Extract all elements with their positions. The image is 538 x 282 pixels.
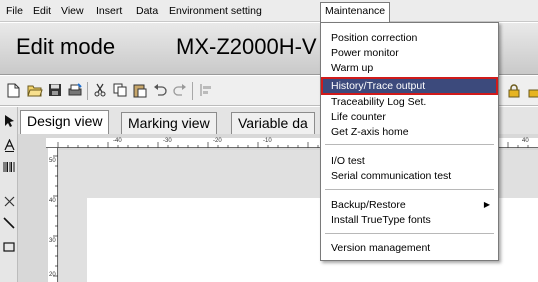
menu-item-position-correction[interactable]: Position correction xyxy=(323,31,496,45)
menu-item-warm-up[interactable]: Warm up xyxy=(323,61,496,75)
menu-environment-setting[interactable]: Environment setting xyxy=(166,3,265,19)
rectangle-icon[interactable] xyxy=(2,239,16,255)
ruler-label: 50 xyxy=(49,158,56,164)
menu-bar: File Edit View Insert Data Environment s… xyxy=(0,0,538,22)
menu-item-history-trace-output[interactable]: History/Trace output xyxy=(321,77,498,95)
align-icon[interactable] xyxy=(197,81,215,99)
menu-edit[interactable]: Edit xyxy=(30,3,54,19)
menu-view[interactable]: View xyxy=(58,3,87,19)
tab-marking-view[interactable]: Marking view xyxy=(121,112,217,134)
save-icon[interactable] xyxy=(46,81,64,99)
open-folder-icon[interactable] xyxy=(26,81,44,99)
vertical-ruler: 50 40 30 20 xyxy=(48,148,58,282)
ruler-label: 30 xyxy=(49,238,56,244)
toolbar-separator xyxy=(87,82,88,100)
ruler-label: 40 xyxy=(522,138,529,144)
ruler-label: 40 xyxy=(49,198,56,204)
cross-icon[interactable] xyxy=(2,193,16,209)
ruler-label: -30 xyxy=(163,138,172,144)
text-icon[interactable] xyxy=(2,137,16,153)
mode-label: Edit mode xyxy=(16,34,116,59)
menu-data[interactable]: Data xyxy=(133,3,161,19)
undo-icon[interactable] xyxy=(151,81,169,99)
lock-icon[interactable] xyxy=(505,81,523,99)
menu-item-traceability-log-set[interactable]: Traceability Log Set. xyxy=(323,95,496,109)
tool-column xyxy=(0,107,18,282)
model-label: MX-Z2000H-V xyxy=(176,34,317,59)
menu-item-version-management[interactable]: Version management xyxy=(323,241,496,255)
menu-item-serial-communication-test[interactable]: Serial communication test xyxy=(323,169,496,183)
paste-icon[interactable] xyxy=(131,81,149,99)
print-icon[interactable] xyxy=(66,81,84,99)
ruler-label: -40 xyxy=(113,138,122,144)
menu-item-get-z-axis-home[interactable]: Get Z-axis home xyxy=(323,125,496,139)
copy-icon[interactable] xyxy=(111,81,129,99)
cut-icon[interactable] xyxy=(91,81,109,99)
barcode-icon[interactable] xyxy=(2,159,16,175)
toolbar-separator xyxy=(192,82,193,100)
menu-separator xyxy=(325,233,494,234)
menu-item-power-monitor[interactable]: Power monitor xyxy=(323,46,496,60)
new-document-icon[interactable] xyxy=(4,81,22,99)
menu-item-io-test[interactable]: I/O test xyxy=(323,154,496,168)
line-icon[interactable] xyxy=(2,215,16,231)
select-arrow-icon[interactable] xyxy=(2,112,16,128)
ruler-label: 20 xyxy=(49,272,56,278)
menu-maintenance[interactable]: Maintenance xyxy=(320,2,391,22)
ruler-label: -20 xyxy=(213,138,222,144)
tab-design-view[interactable]: Design view xyxy=(20,110,110,134)
menu-insert[interactable]: Insert xyxy=(93,3,125,19)
maintenance-menu: Position correction Power monitor Warm u… xyxy=(320,22,499,261)
lock-icon[interactable] xyxy=(524,81,538,99)
menu-item-install-truetype-fonts[interactable]: Install TrueType fonts xyxy=(323,213,496,227)
menu-separator xyxy=(325,144,494,145)
menu-separator xyxy=(325,189,494,190)
menu-item-life-counter[interactable]: Life counter xyxy=(323,110,496,124)
submenu-arrow-icon: ▶ xyxy=(483,200,490,209)
menu-item-backup-restore[interactable]: Backup/Restore ▶ xyxy=(323,198,496,212)
tab-variable-data[interactable]: Variable da xyxy=(231,112,315,134)
ruler-label: -10 xyxy=(263,138,272,144)
menu-item-label: Backup/Restore xyxy=(331,199,406,211)
redo-icon[interactable] xyxy=(171,81,189,99)
menu-file[interactable]: File xyxy=(3,3,26,19)
ruler-ticks xyxy=(53,155,58,277)
